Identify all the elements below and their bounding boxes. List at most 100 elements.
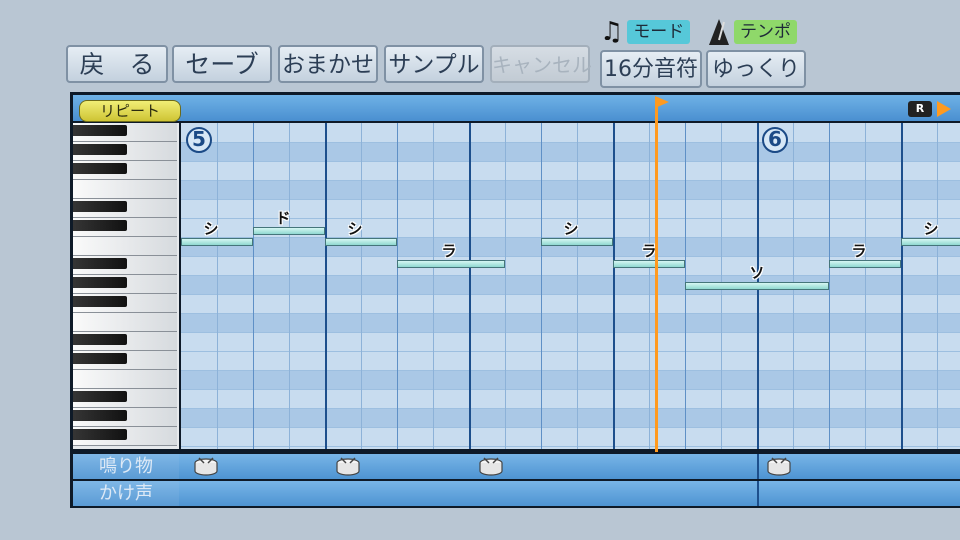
- grid-line: [865, 123, 866, 449]
- black-key[interactable]: [73, 163, 127, 174]
- grid-line: [289, 123, 290, 449]
- black-key[interactable]: [73, 201, 127, 212]
- grid-line: [937, 123, 938, 449]
- drum-icon[interactable]: [766, 457, 792, 477]
- black-key[interactable]: [73, 334, 127, 345]
- note-label: ド: [275, 209, 291, 227]
- record-badge: R: [908, 101, 932, 117]
- grid-row: [181, 389, 960, 409]
- timeline-header[interactable]: リピート R: [73, 95, 960, 122]
- grid-row: [181, 370, 960, 390]
- mode-button[interactable]: 16分音符: [600, 50, 702, 88]
- black-key[interactable]: [73, 410, 127, 421]
- save-button[interactable]: セーブ: [172, 45, 272, 83]
- grid-row: [181, 313, 960, 333]
- metronome-icon: [709, 19, 729, 45]
- grid-row: [181, 294, 960, 314]
- tempo-tag: テンポ: [734, 20, 797, 44]
- shout-track-label: かけ声: [73, 481, 179, 506]
- back-button[interactable]: 戻 る: [66, 45, 168, 83]
- grid-line: [469, 123, 471, 449]
- note-bar[interactable]: [829, 260, 901, 268]
- shout-track[interactable]: かけ声: [73, 481, 960, 506]
- note-bar[interactable]: [181, 238, 253, 246]
- tempo-label: テンポ: [708, 18, 797, 46]
- grid-row: [181, 180, 960, 200]
- grid-line: [397, 123, 398, 449]
- drum-icon[interactable]: [335, 457, 361, 477]
- music-note-icon: ♫: [600, 17, 624, 47]
- black-key[interactable]: [73, 391, 127, 402]
- grid-row: [181, 142, 960, 162]
- white-key[interactable]: [73, 370, 177, 389]
- measure-divider: [757, 481, 759, 506]
- note-label: ラ: [851, 242, 867, 260]
- percussion-track-label: 鳴り物: [73, 454, 179, 479]
- grid-row: [181, 199, 960, 219]
- black-key[interactable]: [73, 125, 127, 136]
- playhead-top-cap: [655, 96, 669, 108]
- black-key[interactable]: [73, 144, 127, 155]
- white-key[interactable]: [73, 313, 177, 332]
- measure-number: 5: [186, 127, 212, 153]
- white-key[interactable]: [73, 180, 177, 199]
- grid-row: [181, 123, 960, 143]
- black-key[interactable]: [73, 277, 127, 288]
- note-bar[interactable]: [685, 282, 829, 290]
- note-bar[interactable]: [901, 238, 960, 246]
- black-key[interactable]: [73, 220, 127, 231]
- note-grid[interactable]: 5 6 シドシラシラソラシ: [181, 123, 960, 449]
- grid-line: [433, 123, 434, 449]
- grid-line: [253, 123, 254, 449]
- grid-row: [181, 275, 960, 295]
- note-bar[interactable]: [397, 260, 505, 268]
- repeat-button[interactable]: リピート: [79, 100, 181, 122]
- grid-line: [325, 123, 327, 449]
- note-bar[interactable]: [253, 227, 325, 235]
- grid-row: [181, 427, 960, 447]
- grid-line: [829, 123, 830, 449]
- note-label: シ: [923, 220, 939, 238]
- grid-line: [901, 123, 903, 449]
- white-key[interactable]: [73, 237, 177, 256]
- mode-label: ♫ モード: [600, 17, 691, 47]
- note-label: シ: [563, 220, 579, 238]
- percussion-track[interactable]: 鳴り物: [73, 454, 960, 479]
- note-bar[interactable]: [613, 260, 685, 268]
- note-label: ラ: [441, 242, 457, 260]
- note-label: シ: [347, 220, 363, 238]
- extra-tracks: 鳴り物 かけ声: [73, 452, 960, 506]
- note-bar[interactable]: [325, 238, 397, 246]
- auto-button[interactable]: おまかせ: [278, 45, 378, 83]
- note-bar[interactable]: [541, 238, 613, 246]
- drum-icon[interactable]: [478, 457, 504, 477]
- tempo-button[interactable]: ゆっくり: [706, 50, 806, 88]
- black-key[interactable]: [73, 258, 127, 269]
- black-key[interactable]: [73, 353, 127, 364]
- grid-row: [181, 332, 960, 352]
- sample-button[interactable]: サンプル: [384, 45, 484, 83]
- grid-row: [181, 351, 960, 371]
- grid-line: [577, 123, 578, 449]
- grid-line: [505, 123, 506, 449]
- grid-line: [361, 123, 362, 449]
- play-arrow-icon[interactable]: [937, 101, 951, 117]
- grid-line: [613, 123, 615, 449]
- grid-row: [181, 161, 960, 181]
- measure-number: 6: [762, 127, 788, 153]
- cancel-button[interactable]: キャンセル: [490, 45, 592, 83]
- grid-line: [217, 123, 218, 449]
- mode-tag: モード: [627, 20, 691, 44]
- drum-icon[interactable]: [193, 457, 219, 477]
- playhead[interactable]: [655, 96, 669, 503]
- measure-divider: [757, 454, 759, 479]
- piano-keyboard[interactable]: [73, 123, 179, 449]
- grid-line: [541, 123, 542, 449]
- black-key[interactable]: [73, 296, 127, 307]
- black-key[interactable]: [73, 429, 127, 440]
- grid-row: [181, 408, 960, 428]
- note-label: ソ: [749, 264, 765, 282]
- grid-line: [649, 123, 650, 449]
- piano-roll-editor: リピート R 5 6 シドシラシラソラシ 鳴り物 かけ声: [70, 92, 960, 508]
- note-label: シ: [203, 220, 219, 238]
